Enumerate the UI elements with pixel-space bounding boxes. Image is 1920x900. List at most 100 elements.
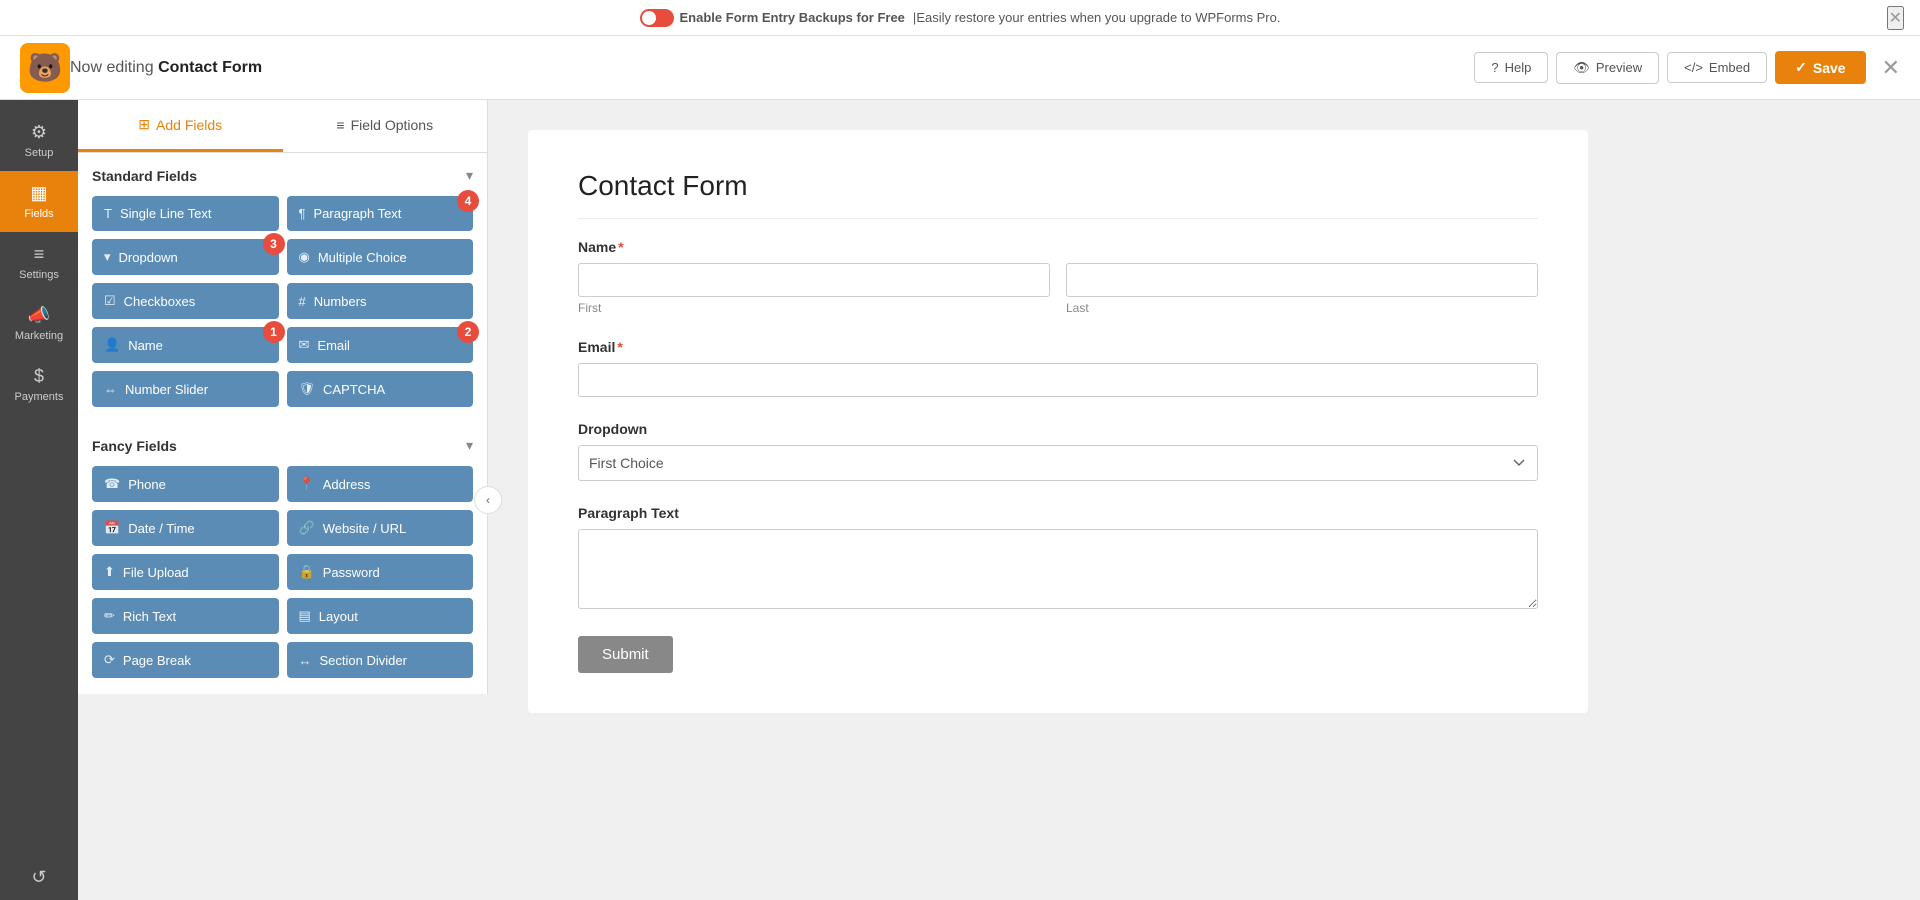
paragraph-text-icon: ¶ (299, 206, 306, 221)
submit-button[interactable]: Submit (578, 636, 673, 673)
field-btn-number-slider[interactable]: ⇔ Number Slider (92, 371, 279, 407)
field-btn-numbers[interactable]: # Numbers (287, 283, 474, 319)
field-btn-rich-text[interactable]: ✏ Rich Text (92, 598, 279, 634)
field-btn-label: Website / URL (323, 521, 407, 536)
sidebar-item-label: Settings (19, 269, 59, 281)
editing-prefix: Now editing (70, 59, 154, 76)
dropdown-icon: ▾ (104, 249, 111, 265)
sidebar-item-setup[interactable]: ⚙ Setup (0, 110, 78, 171)
field-btn-layout[interactable]: ▤ Layout (287, 598, 474, 634)
field-btn-label: File Upload (123, 565, 189, 580)
preview-button[interactable]: 👁 Preview (1556, 52, 1659, 84)
field-btn-paragraph-text[interactable]: ¶ Paragraph Text 4 (287, 196, 474, 231)
email-required-star: * (617, 339, 622, 355)
sidebar-item-revisions[interactable]: ↺ (0, 855, 78, 900)
field-btn-label: Rich Text (123, 609, 176, 624)
name-last-wrapper: Last (1066, 263, 1538, 315)
form-field-dropdown: Dropdown First Choice (578, 421, 1538, 481)
email-icon: ✉ (299, 337, 310, 353)
date-time-icon: 📅 (104, 520, 120, 536)
save-label: Save (1813, 60, 1846, 76)
embed-button[interactable]: </> Embed (1667, 52, 1767, 83)
setup-icon: ⚙ (31, 122, 47, 143)
standard-fields-group: Standard Fields ▾ T Single Line Text ¶ P… (78, 153, 487, 423)
main-layout: ⚙ Setup ▦ Fields ≡ Settings 📣 Marketing … (0, 100, 1920, 900)
close-editor-button[interactable]: ✕ (1882, 55, 1900, 81)
field-btn-email[interactable]: ✉ Email 2 (287, 327, 474, 363)
field-btn-phone[interactable]: ☎ Phone (92, 466, 279, 502)
field-btn-label: Date / Time (128, 521, 194, 536)
field-btn-dropdown[interactable]: ▾ Dropdown 3 (92, 239, 279, 275)
tab-add-fields[interactable]: ⊞ Add Fields (78, 100, 283, 152)
paragraph-textarea[interactable] (578, 529, 1538, 609)
field-btn-label: Page Break (123, 653, 191, 668)
sidebar-item-settings[interactable]: ≡ Settings (0, 232, 78, 293)
toggle-switch[interactable] (640, 9, 674, 27)
checkboxes-icon: ☑ (104, 293, 116, 309)
email-badge: 2 (457, 321, 479, 343)
field-btn-date-time[interactable]: 📅 Date / Time (92, 510, 279, 546)
tab-field-options[interactable]: ≡ Field Options (283, 100, 488, 152)
header: 🐻 Now editing Contact Form ? Help 👁 Prev… (0, 36, 1920, 100)
sidebar-item-payments[interactable]: $ Payments (0, 354, 78, 415)
field-btn-single-line-text[interactable]: T Single Line Text (92, 196, 279, 231)
field-btn-multiple-choice[interactable]: ◉ Multiple Choice (287, 239, 474, 275)
field-btn-section-divider[interactable]: ↔ Section Divider (287, 642, 474, 678)
rich-text-icon: ✏ (104, 608, 115, 624)
field-btn-password[interactable]: 🔒 Password (287, 554, 474, 590)
field-btn-page-break[interactable]: ⟳ Page Break (92, 642, 279, 678)
tab-add-fields-label: Add Fields (156, 117, 222, 133)
fancy-fields-header[interactable]: Fancy Fields ▾ (92, 437, 473, 454)
notif-description: Easily restore your entries when you upg… (916, 10, 1280, 25)
sidebar-item-label: Fields (24, 208, 53, 220)
sidebar-item-marketing[interactable]: 📣 Marketing (0, 293, 78, 354)
field-btn-label: Phone (128, 477, 166, 492)
field-options-icon: ≡ (336, 117, 344, 133)
submit-label: Submit (602, 646, 649, 663)
name-first-input[interactable] (578, 263, 1050, 297)
name-last-sublabel: Last (1066, 301, 1538, 315)
form-field-name: Name* First Last (578, 239, 1538, 315)
paragraph-text-badge: 4 (457, 190, 479, 212)
payments-icon: $ (34, 366, 44, 387)
field-btn-label: Checkboxes (124, 294, 196, 309)
name-required-star: * (618, 239, 623, 255)
standard-fields-grid: T Single Line Text ¶ Paragraph Text 4 ▾ … (92, 196, 473, 407)
field-btn-label: Multiple Choice (318, 250, 407, 265)
settings-icon: ≡ (34, 244, 45, 265)
email-input[interactable] (578, 363, 1538, 397)
field-btn-label: Section Divider (320, 653, 407, 668)
header-actions: ? Help 👁 Preview </> Embed ✓ Save ✕ (1474, 51, 1900, 84)
sidebar-item-label: Setup (25, 147, 54, 159)
field-btn-captcha[interactable]: 🛡 CAPTCHA (287, 371, 474, 407)
name-first-wrapper: First (578, 263, 1050, 315)
sidebar-item-fields[interactable]: ▦ Fields (0, 171, 78, 232)
name-icon: 👤 (104, 337, 120, 353)
field-btn-label: Paragraph Text (313, 206, 401, 221)
name-last-input[interactable] (1066, 263, 1538, 297)
collapse-panel-button[interactable]: ‹ (474, 486, 502, 514)
field-btn-file-upload[interactable]: ⬆ File Upload (92, 554, 279, 590)
preview-label: Preview (1596, 60, 1642, 75)
close-notification-button[interactable]: ✕ (1887, 6, 1904, 30)
logo: 🐻 (20, 43, 70, 93)
help-button[interactable]: ? Help (1474, 52, 1548, 83)
field-btn-label: Dropdown (119, 250, 178, 265)
embed-label: Embed (1709, 60, 1750, 75)
field-btn-website-url[interactable]: 🔗 Website / URL (287, 510, 474, 546)
save-button[interactable]: ✓ Save (1775, 51, 1865, 84)
field-btn-name[interactable]: 👤 Name 1 (92, 327, 279, 363)
fancy-fields-group: Fancy Fields ▾ ☎ Phone 📍 Address 📅 Date … (78, 423, 487, 694)
field-btn-label: Password (323, 565, 380, 580)
field-btn-checkboxes[interactable]: ☑ Checkboxes (92, 283, 279, 319)
dropdown-select[interactable]: First Choice (578, 445, 1538, 481)
section-divider-icon: ↔ (299, 653, 312, 668)
website-url-icon: 🔗 (299, 520, 315, 536)
page-break-icon: ⟳ (104, 652, 115, 668)
fields-panel: ⊞ Add Fields ≡ Field Options Standard Fi… (78, 100, 488, 694)
field-btn-address[interactable]: 📍 Address (287, 466, 474, 502)
field-btn-label: Numbers (314, 294, 367, 309)
standard-fields-header[interactable]: Standard Fields ▾ (92, 167, 473, 184)
toggle-container[interactable]: Enable Form Entry Backups for Free (640, 9, 905, 27)
name-field-label: Name* (578, 239, 1538, 255)
